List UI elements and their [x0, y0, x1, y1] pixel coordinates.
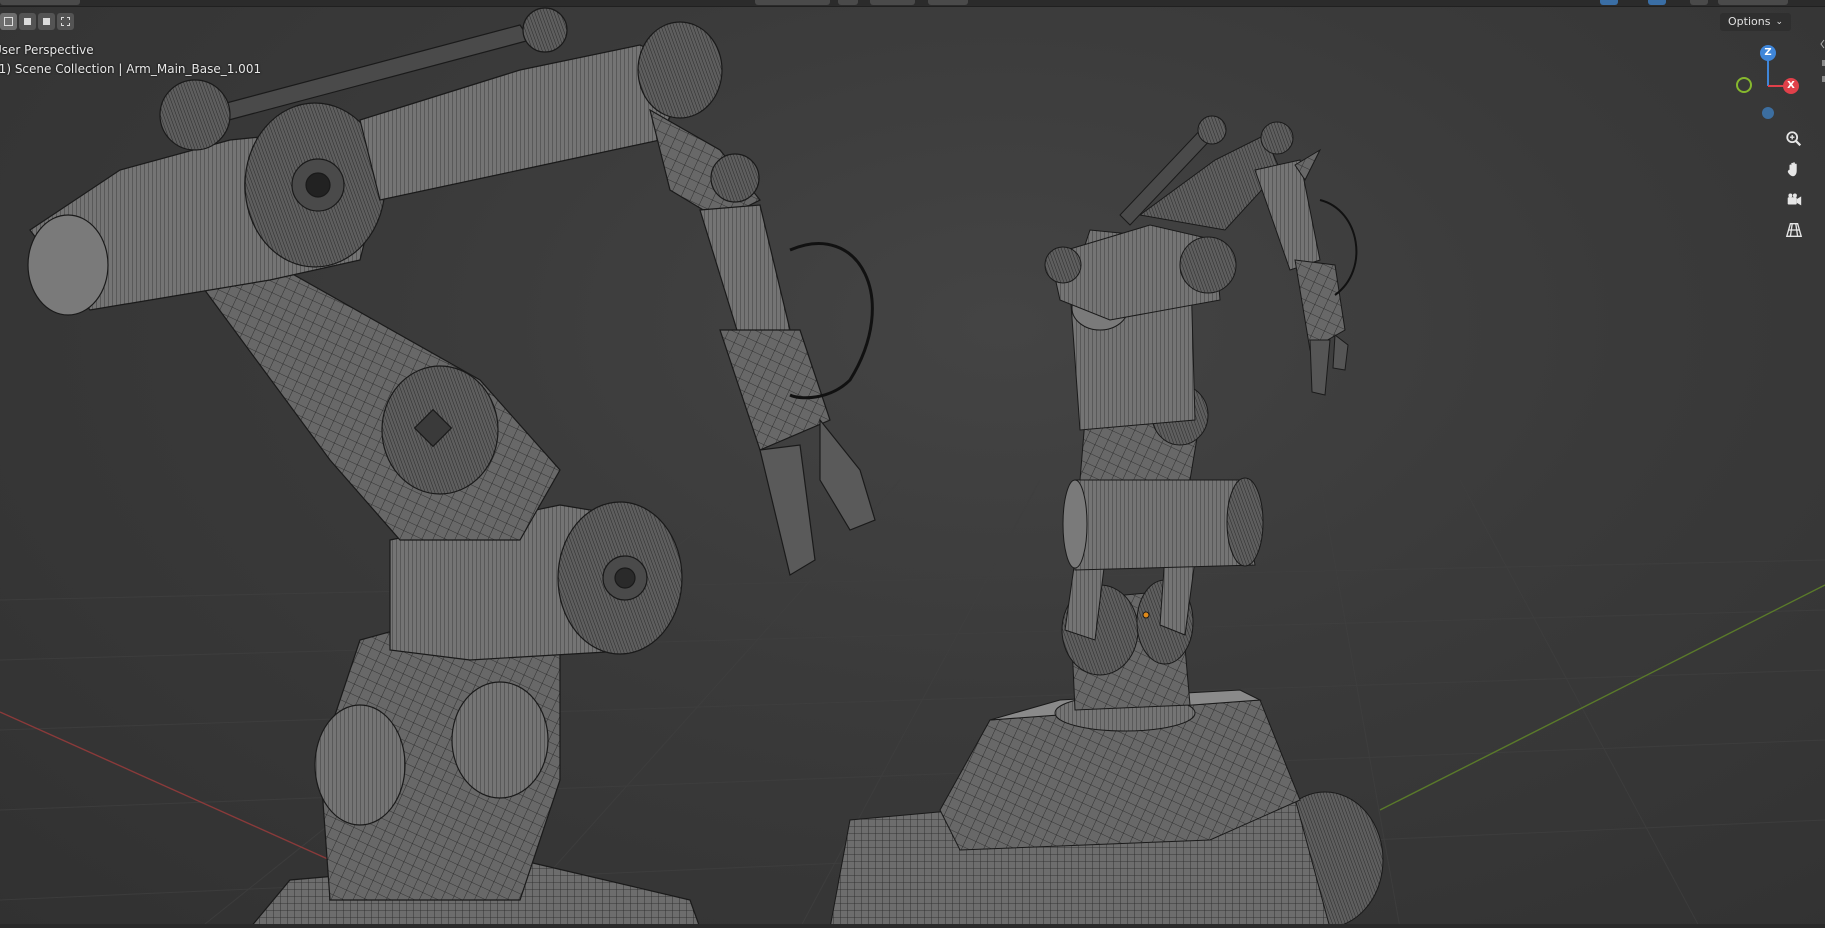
viewport-header — [0, 0, 1825, 7]
select-invert-icon[interactable] — [57, 13, 74, 30]
options-label: Options — [1728, 15, 1771, 28]
y-axis-icon[interactable] — [1736, 77, 1752, 93]
timeline-header-edge — [0, 924, 1825, 928]
collection-info: (1) Scene Collection | Arm_Main_Base_1.0… — [0, 62, 262, 76]
view-name: User Perspective — [0, 43, 94, 57]
header-chip-blue-1[interactable] — [1600, 0, 1618, 5]
select-mode-buttons — [0, 13, 74, 30]
navigation-gizmo[interactable]: Z X — [1726, 44, 1806, 124]
header-chip-3[interactable] — [870, 0, 915, 5]
header-chip-2[interactable] — [838, 0, 858, 5]
options-dropdown[interactable]: Options ⌄ — [1720, 13, 1791, 31]
pan-hand-icon[interactable] — [1780, 155, 1808, 183]
x-axis-icon[interactable]: X — [1783, 78, 1799, 94]
x-axis-line — [0, 711, 331, 861]
select-extend-icon[interactable] — [19, 13, 36, 30]
chevron-down-icon: ⌄ — [1775, 17, 1783, 27]
y-axis-line — [1379, 584, 1825, 811]
shading-mode-chips[interactable] — [1718, 0, 1788, 5]
sidebar-toggle-icon[interactable] — [1819, 30, 1825, 90]
z-axis-icon[interactable]: Z — [1760, 45, 1776, 61]
header-chip-blue-2[interactable] — [1648, 0, 1666, 5]
camera-view-icon[interactable] — [1780, 186, 1808, 214]
select-new-icon[interactable] — [0, 13, 17, 30]
editor-type-chip[interactable] — [0, 0, 80, 5]
neg-z-axis-icon[interactable] — [1762, 107, 1774, 119]
3d-viewport[interactable]: User Perspective (1) Scene Collection | … — [0, 0, 1825, 928]
header-chip-1[interactable] — [755, 0, 830, 5]
scene-canvas[interactable] — [0, 0, 1825, 928]
zoom-icon[interactable] — [1780, 125, 1808, 153]
perspective-grid-icon[interactable] — [1780, 216, 1808, 244]
select-subtract-icon[interactable] — [38, 13, 55, 30]
header-chip-4[interactable] — [928, 0, 968, 5]
robot-arm-right — [829, 115, 1384, 928]
robot-arm-left — [27, 7, 876, 928]
header-chip-5[interactable] — [1690, 0, 1708, 5]
